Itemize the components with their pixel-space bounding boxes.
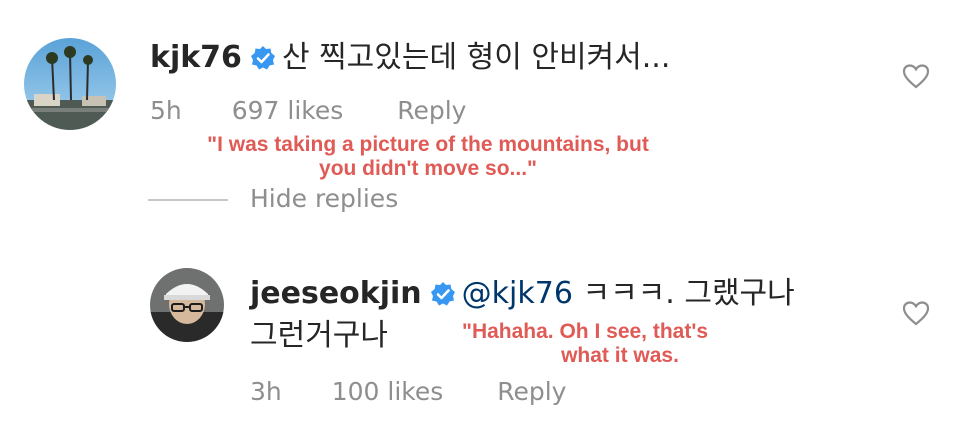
comment-username[interactable]: jeeseokjin — [250, 276, 422, 311]
comment-time: 5h — [150, 96, 182, 125]
hide-replies-button[interactable]: Hide replies — [250, 184, 398, 214]
comment-body: kjk76 산 찍고있는데 형이 안비켜서... — [150, 40, 670, 76]
translation-line: what it was. — [561, 344, 679, 367]
translation-caption: "I was taking a picture of the mountains… — [140, 133, 716, 181]
avatar-jeeseokjin[interactable] — [150, 268, 224, 342]
translation-line: "I was taking a picture of the mountains… — [207, 133, 649, 156]
comment-meta: 3h 100 likes Reply — [250, 377, 566, 407]
reply-button[interactable]: Reply — [397, 96, 466, 126]
heart-icon[interactable] — [902, 63, 930, 89]
avatar-kjk76[interactable] — [24, 38, 116, 130]
verified-badge-icon — [430, 280, 456, 306]
likes-count[interactable]: 697 likes — [232, 96, 344, 126]
heart-icon[interactable] — [902, 300, 930, 326]
comment-time: 3h — [250, 377, 282, 406]
comment-text-continued: 그런거구나 — [250, 318, 388, 353]
comment-text: 산 찍고있는데 형이 안비켜서... — [281, 40, 671, 75]
mention-link[interactable]: @kjk76 — [462, 276, 573, 311]
translation-line: you didn't move so..." — [319, 157, 537, 180]
translation-line: "Hahaha. Oh I see, that's — [461, 320, 709, 343]
verified-badge-icon — [250, 44, 276, 70]
likes-count[interactable]: 100 likes — [332, 377, 444, 407]
thread-divider — [148, 199, 228, 201]
comment-username[interactable]: kjk76 — [150, 40, 242, 75]
translation-caption: "Hahaha. Oh I see, that's what it was. — [430, 320, 740, 368]
reply-button[interactable]: Reply — [497, 377, 566, 407]
comment-text: ㅋㅋㅋ. 그랬구나 — [582, 276, 795, 311]
reply-body: jeeseokjin @kjk76 ㅋㅋㅋ. 그랬구나 — [250, 276, 795, 312]
comment-meta: 5h 697 likes Reply — [150, 96, 466, 126]
